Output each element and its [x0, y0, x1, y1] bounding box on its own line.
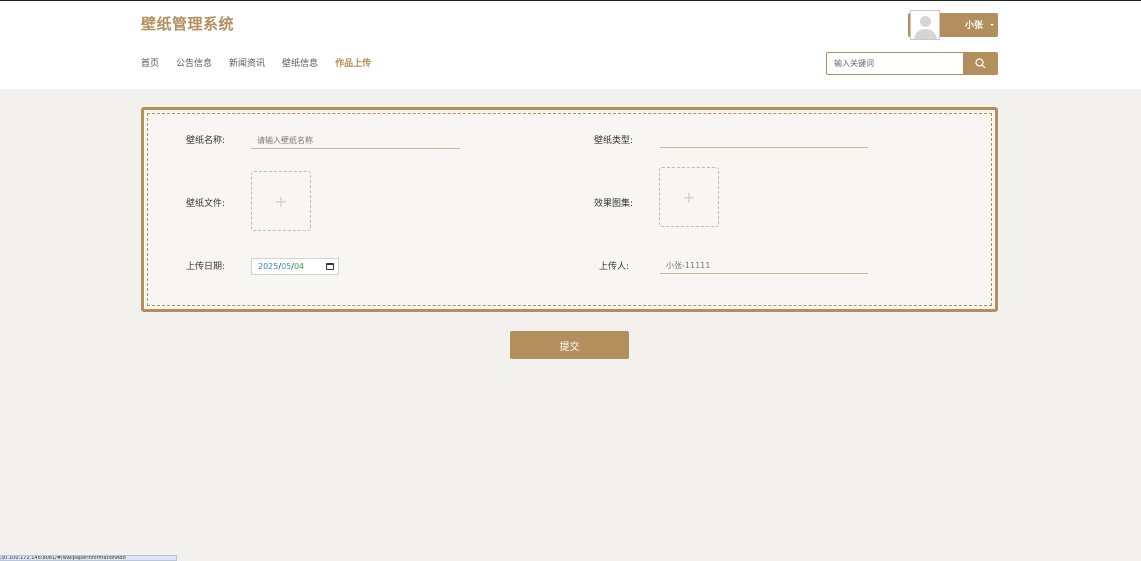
wallpaper-type-label: 壁纸类型: — [594, 136, 634, 146]
uploader-input[interactable] — [660, 258, 868, 274]
user-avatar-icon — [910, 10, 940, 40]
nav-item-announcements[interactable]: 公告信息 — [176, 57, 212, 71]
preview-images-label: 效果图集: — [594, 199, 634, 209]
calendar-icon[interactable] — [326, 263, 334, 270]
search-icon — [975, 58, 986, 69]
submit-button[interactable]: 提交 — [510, 331, 629, 359]
nav-item-home[interactable]: 首页 — [141, 57, 159, 71]
wallpaper-file-upload[interactable]: + — [251, 171, 311, 231]
nav-item-news[interactable]: 新闻资讯 — [229, 57, 265, 71]
main-nav: 首页 公告信息 新闻资讯 壁纸信息 作品上传 — [141, 57, 388, 71]
plus-icon: + — [682, 187, 696, 207]
date-month: 05 — [281, 262, 292, 271]
upload-date-label: 上传日期: — [186, 262, 226, 272]
wallpaper-name-label: 壁纸名称: — [186, 136, 226, 146]
search-input[interactable] — [826, 52, 964, 75]
wallpaper-type-input[interactable] — [660, 132, 868, 148]
nav-item-wallpapers[interactable]: 壁纸信息 — [282, 57, 318, 71]
wallpaper-file-label: 壁纸文件: — [186, 199, 226, 209]
chevron-down-icon — [990, 24, 994, 26]
status-bar-url: 30.100.172.146:8081/#/wallpaperinformati… — [0, 555, 177, 561]
date-day: 04 — [293, 262, 305, 271]
plus-icon: + — [274, 191, 288, 211]
date-year: 2025 — [258, 262, 279, 271]
preview-images-upload[interactable]: + — [659, 167, 719, 227]
user-name: 小张 — [965, 21, 984, 31]
search-button[interactable] — [963, 52, 998, 75]
wallpaper-name-input[interactable] — [251, 133, 460, 149]
nav-item-upload[interactable]: 作品上传 — [335, 57, 371, 71]
top-header: 壁纸管理系统 首页 公告信息 新闻资讯 壁纸信息 作品上传 小张 — [0, 0, 1141, 89]
uploader-label: 上传人: — [599, 262, 630, 272]
user-menu[interactable]: 小张 — [908, 10, 998, 40]
site-title: 壁纸管理系统 — [141, 15, 235, 33]
upload-date-input[interactable]: 2025 / 05 / 04 — [251, 258, 339, 275]
